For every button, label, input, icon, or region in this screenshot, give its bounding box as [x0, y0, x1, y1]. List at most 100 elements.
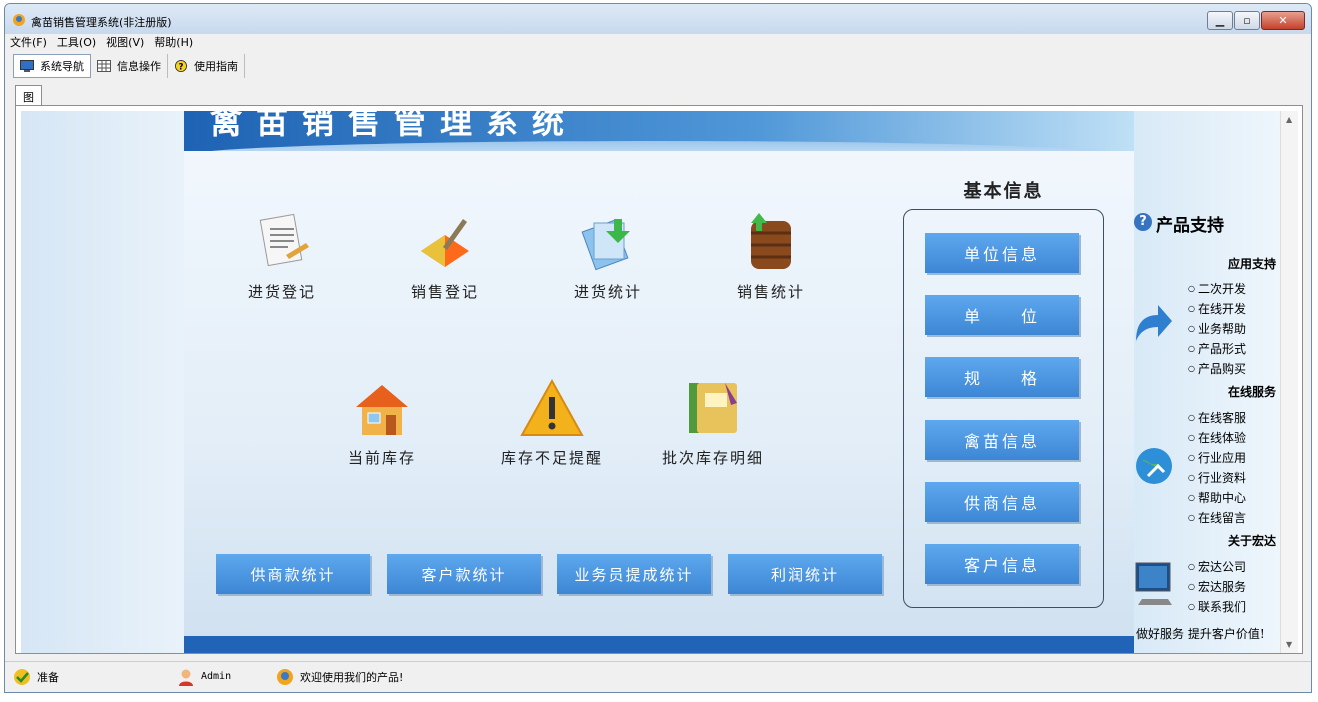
link-industry-app[interactable]: 行业应用: [1188, 448, 1246, 468]
document-pen-icon: [259, 213, 309, 267]
link-online-cs[interactable]: 在线客服: [1188, 408, 1246, 428]
globe-icon: [1136, 448, 1172, 484]
link-industry-data[interactable]: 行业资料: [1188, 468, 1246, 488]
current-stock-label: 当前库存: [347, 449, 416, 467]
product-support-panel: ? 产品支持 应用支持 二次开发 在线开发 业务帮助 产品形式 产品购买 在线服…: [1134, 111, 1280, 653]
about-links: 宏达公司 宏达服务 联系我们: [1188, 557, 1246, 617]
close-button[interactable]: ✕: [1261, 11, 1305, 30]
purchase-entry-item[interactable]: 进货登记: [212, 211, 352, 302]
computer-icon: [1135, 562, 1172, 605]
link-online-dev[interactable]: 在线开发: [1188, 299, 1246, 319]
status-bar: 准备 Admin 欢迎使用我们的产品!: [5, 661, 1311, 691]
purchase-stats-item[interactable]: 进货统计: [538, 211, 678, 302]
maximize-button[interactable]: ▫: [1234, 11, 1260, 30]
content-area: 禽苗销售管理系统 进货登记 销售登记 进货统计 销售统计 当前库存 库存不足提醒…: [15, 105, 1303, 654]
barrel-icon: [751, 213, 791, 269]
status-ready-text: 准备: [37, 670, 59, 684]
online-service-title: 在线服务: [1227, 385, 1276, 399]
low-stock-alert-label: 库存不足提醒: [500, 449, 603, 467]
user-guide-label: 使用指南: [194, 60, 238, 73]
batch-stock-detail-label: 批次库存明细: [661, 449, 764, 467]
link-service[interactable]: 宏达服务: [1188, 577, 1246, 597]
app-support-links: 二次开发 在线开发 业务帮助 产品形式 产品购买: [1188, 279, 1246, 379]
link-product-purchase[interactable]: 产品购买: [1188, 359, 1246, 379]
help-icon: ?: [175, 60, 187, 72]
system-nav-button[interactable]: 系统导航: [13, 54, 91, 78]
profit-stats-button[interactable]: 利润统计: [728, 554, 882, 594]
link-company[interactable]: 宏达公司: [1188, 557, 1246, 577]
grid-icon: [97, 60, 111, 72]
arrow-icon: [1136, 305, 1172, 341]
salesperson-commission-stats-button[interactable]: 业务员提成统计: [557, 554, 711, 594]
unit-button[interactable]: 单 位: [925, 295, 1079, 335]
app-logo-icon: [277, 668, 293, 685]
basic-info-title: 基本信息: [963, 181, 1044, 202]
house-icon: [356, 385, 408, 435]
system-nav-label: 系统导航: [40, 60, 84, 73]
support-title: 产品支持: [1156, 216, 1224, 236]
warning-icon: [520, 378, 584, 436]
menu-help[interactable]: 帮助(H): [149, 35, 198, 51]
svg-text:?: ?: [179, 62, 184, 72]
supplier-payment-stats-button[interactable]: 供商款统计: [216, 554, 370, 594]
link-online-message[interactable]: 在线留言: [1188, 508, 1246, 528]
main-nav-panel: 禽苗销售管理系统 进货登记 销售登记 进货统计 销售统计 当前库存 库存不足提醒…: [184, 111, 1134, 653]
minimize-button[interactable]: ▁: [1207, 11, 1233, 30]
link-product-form[interactable]: 产品形式: [1188, 339, 1246, 359]
window-title: 禽苗销售管理系统(非注册版): [31, 16, 172, 29]
menu-bar: 文件(F) 工具(O) 视图(V) 帮助(H): [5, 35, 1311, 51]
pencil-folder-icon: [421, 219, 469, 267]
monitor-icon: [20, 60, 34, 72]
customer-info-button[interactable]: 客户信息: [925, 544, 1079, 584]
status-user: Admin: [177, 668, 231, 686]
menu-view[interactable]: 视图(V): [101, 35, 149, 51]
slogan: 做好服务 提升客户价值!: [1136, 627, 1265, 641]
poultry-info-button[interactable]: 禽苗信息: [925, 420, 1079, 460]
sales-stats-item[interactable]: 销售统计: [701, 211, 841, 302]
sales-entry-label: 销售登记: [410, 283, 479, 301]
unit-info-button[interactable]: 单位信息: [925, 233, 1079, 273]
app-icon: [13, 14, 25, 26]
status-ready: 准备: [13, 668, 59, 686]
current-stock-item[interactable]: 当前库存: [312, 377, 452, 468]
link-business-help[interactable]: 业务帮助: [1188, 319, 1246, 339]
document-download-icon: [581, 219, 630, 271]
scroll-up-icon[interactable]: ▲: [1286, 115, 1292, 124]
question-icon: ?: [1134, 213, 1152, 231]
link-contact[interactable]: 联系我们: [1188, 597, 1246, 617]
info-ops-button[interactable]: 信息操作: [91, 54, 168, 78]
status-welcome: 欢迎使用我们的产品!: [276, 668, 403, 686]
link-help-center[interactable]: 帮助中心: [1188, 488, 1246, 508]
main-window: 禽苗销售管理系统(非注册版) ▁ ▫ ✕ 文件(F) 工具(O) 视图(V) 帮…: [4, 3, 1312, 693]
about-title: 关于宏达: [1227, 534, 1276, 548]
ready-icon: [14, 668, 30, 685]
left-decor-panel: [21, 111, 184, 653]
scroll-down-icon[interactable]: ▼: [1286, 640, 1292, 649]
toolbar: 系统导航 信息操作 ? 使用指南: [13, 52, 245, 80]
title-bar[interactable]: 禽苗销售管理系统(非注册版) ▁ ▫ ✕: [5, 4, 1311, 34]
sales-entry-item[interactable]: 销售登记: [375, 211, 515, 302]
link-online-trial[interactable]: 在线体验: [1188, 428, 1246, 448]
purchase-entry-label: 进货登记: [247, 283, 316, 301]
supplier-info-button[interactable]: 供商信息: [925, 482, 1079, 522]
vertical-scrollbar[interactable]: ▲ ▼: [1280, 111, 1298, 653]
spec-button[interactable]: 规 格: [925, 357, 1079, 397]
app-support-title: 应用支持: [1227, 257, 1276, 271]
user-icon: [179, 669, 193, 686]
online-service-links: 在线客服 在线体验 行业应用 行业资料 帮助中心 在线留言: [1188, 408, 1246, 528]
banner-title: 禽苗销售管理系统: [210, 111, 579, 141]
menu-tools[interactable]: 工具(O): [52, 35, 101, 51]
user-guide-button[interactable]: ? 使用指南: [168, 54, 245, 78]
purchase-stats-label: 进货统计: [573, 283, 642, 301]
status-user-text: Admin: [201, 671, 232, 682]
customer-payment-stats-button[interactable]: 客户款统计: [387, 554, 541, 594]
sales-stats-label: 销售统计: [736, 283, 805, 301]
banner: 禽苗销售管理系统: [184, 111, 1134, 151]
batch-stock-detail-item[interactable]: 批次库存明细: [643, 377, 783, 468]
notebook-icon: [689, 383, 737, 433]
tab-graphic-nav[interactable]: 图文导航: [15, 85, 42, 152]
low-stock-alert-item[interactable]: 库存不足提醒: [482, 377, 622, 468]
link-secondary-dev[interactable]: 二次开发: [1188, 279, 1246, 299]
menu-file[interactable]: 文件(F): [5, 35, 52, 51]
info-ops-label: 信息操作: [117, 60, 161, 73]
